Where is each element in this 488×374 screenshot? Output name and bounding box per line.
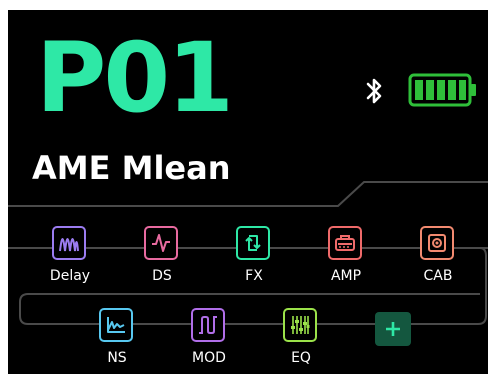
cabinet-icon xyxy=(420,226,454,260)
module-mod[interactable]: MOD xyxy=(177,308,241,374)
module-label: Delay xyxy=(49,268,91,284)
preset-name[interactable]: AME Mlean xyxy=(32,152,231,184)
eq-sliders-icon xyxy=(283,308,317,342)
module-label: EQ xyxy=(291,350,311,366)
delay-wave-icon xyxy=(52,226,86,260)
module-label: NS xyxy=(107,350,127,366)
distortion-icon xyxy=(144,226,178,260)
module-amp[interactable]: AMP xyxy=(314,226,378,296)
bluetooth-icon xyxy=(366,78,382,104)
noise-gate-icon xyxy=(99,308,133,342)
module-label: MOD xyxy=(192,350,226,366)
loop-arrows-icon xyxy=(236,226,270,260)
device-screen: P01 AME Mlean Delay DS FX AMP CAB NS MOD… xyxy=(8,10,488,374)
module-label: CAB xyxy=(423,268,453,284)
module-ds[interactable]: DS xyxy=(130,226,194,296)
module-label: DS xyxy=(152,268,172,284)
plus-icon xyxy=(386,322,400,336)
module-ns[interactable]: NS xyxy=(85,308,149,374)
modulation-icon xyxy=(191,308,225,342)
battery-icon xyxy=(408,73,476,107)
module-delay[interactable]: Delay xyxy=(38,226,102,296)
add-module-button[interactable] xyxy=(375,312,411,346)
module-label: AMP xyxy=(330,268,362,284)
module-label: FX xyxy=(245,268,263,284)
preset-number: P01 xyxy=(36,22,234,134)
module-fx[interactable]: FX xyxy=(222,226,286,296)
module-eq[interactable]: EQ xyxy=(269,308,333,374)
amp-icon xyxy=(328,226,362,260)
module-cab[interactable]: CAB xyxy=(406,226,470,296)
